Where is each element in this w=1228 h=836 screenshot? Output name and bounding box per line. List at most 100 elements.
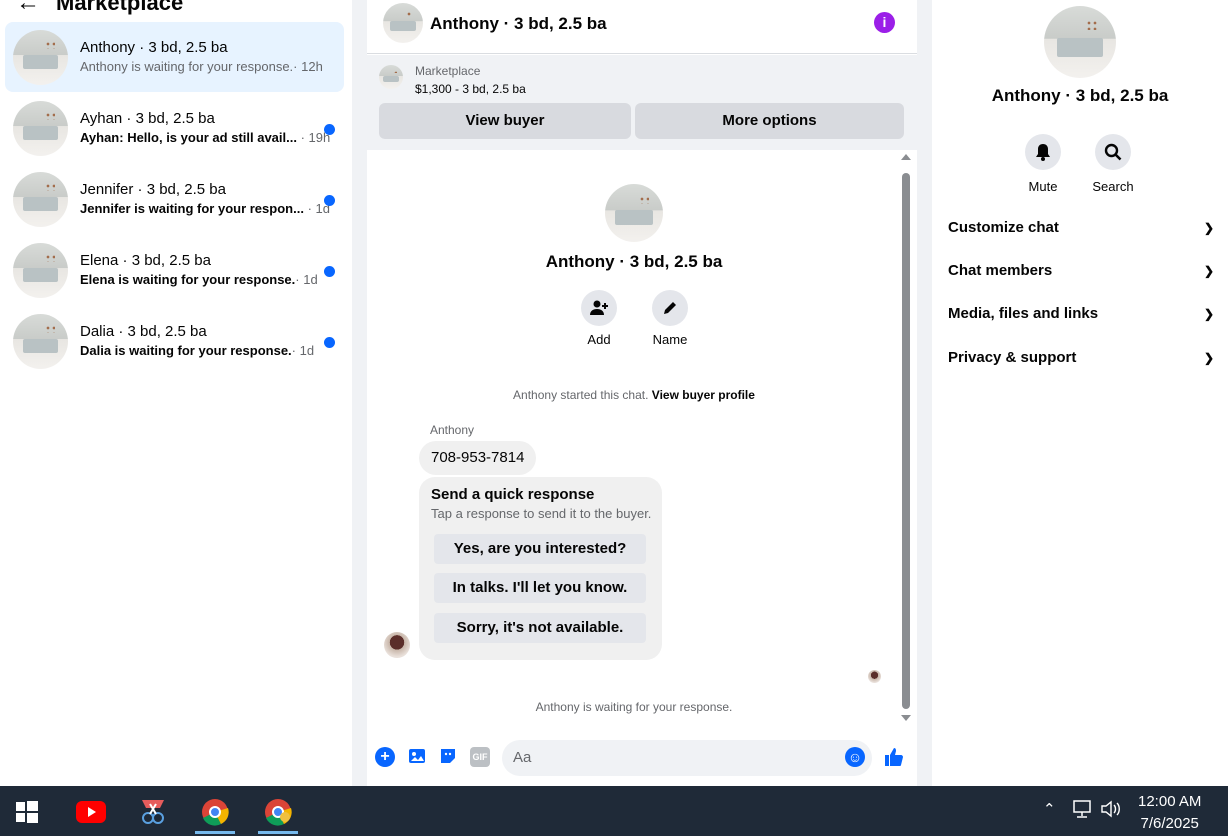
avatar: [13, 314, 68, 369]
listing-thumbnail: [379, 65, 403, 89]
conversation-list: ← Marketplace Anthony · 3 bd, 2.5 ba Ant…: [0, 0, 352, 786]
quick-reply-button[interactable]: In talks. I'll let you know.: [434, 573, 646, 603]
chevron-down-icon: ❯: [1203, 351, 1214, 365]
conversation-name: Anthony · 3 bd, 2.5 ba: [80, 39, 228, 56]
details-name: Anthony · 3 bd, 2.5 ba: [991, 86, 1169, 105]
mute-label: Mute: [1028, 179, 1058, 194]
marketplace-header: ← Marketplace: [16, 0, 183, 18]
scrollbar-thumb[interactable]: [902, 173, 910, 709]
conversation-item-ayhan[interactable]: Ayhan · 3 bd, 2.5 ba Ayhan: Hello, is yo…: [5, 93, 344, 163]
listing-title[interactable]: $1,300 - 3 bd, 2.5 ba: [415, 82, 526, 96]
arrow-left-icon[interactable]: ←: [16, 0, 40, 15]
sticker-icon[interactable]: [438, 747, 458, 767]
avatar: [13, 243, 68, 298]
conversation-snippet: Elena is waiting for your response.· 1d: [80, 272, 318, 287]
message-input[interactable]: Aa: [502, 740, 872, 776]
avatar: [13, 30, 68, 85]
quick-response-title: Send a quick response: [431, 486, 595, 503]
search-label: Search: [1092, 179, 1134, 194]
chevron-down-icon: ❯: [1203, 264, 1214, 278]
waiting-notice: Anthony is waiting for your response.: [535, 700, 733, 714]
chat-details-panel: Anthony · 3 bd, 2.5 ba Mute Search Custo…: [932, 0, 1228, 786]
conversation-snippet: Jennifer is waiting for your respon... ·…: [80, 201, 330, 216]
name-action[interactable]: Name: [640, 290, 700, 347]
chat-started-notice: Anthony started this chat. View buyer pr…: [513, 388, 755, 402]
windows-start-icon[interactable]: [5, 792, 49, 832]
conversation-name: Elena · 3 bd, 2.5 ba: [80, 252, 211, 269]
avatar: [13, 101, 68, 156]
read-receipt-avatar: [868, 670, 881, 683]
chevron-down-icon: ❯: [1203, 307, 1214, 321]
view-buyer-button[interactable]: View buyer: [379, 103, 631, 139]
customize-chat-section[interactable]: Customize chat ❯: [948, 213, 1214, 243]
conversation-name: Dalia · 3 bd, 2.5 ba: [80, 323, 207, 340]
avatar[interactable]: [383, 3, 423, 43]
quick-reply-button[interactable]: Sorry, it's not available.: [434, 613, 646, 643]
unread-dot: [324, 337, 335, 348]
quick-response-subtitle: Tap a response to send it to the buyer.: [431, 506, 652, 521]
profile-avatar: [605, 184, 663, 242]
scroll-up-arrow[interactable]: [901, 154, 911, 160]
bell-icon[interactable]: [1025, 134, 1061, 170]
search-icon[interactable]: [1095, 134, 1131, 170]
conversation-name: Jennifer · 3 bd, 2.5 ba: [80, 181, 226, 198]
unread-dot: [324, 124, 335, 135]
add-person-icon[interactable]: [581, 290, 617, 326]
image-icon[interactable]: [407, 747, 427, 767]
sender-avatar: [384, 632, 410, 658]
taskbar: ⌃ 12:00 AM 7/6/2025: [0, 786, 1228, 836]
add-person-action[interactable]: Add: [569, 290, 629, 347]
mute-action[interactable]: Mute: [1008, 134, 1078, 194]
privacy-support-section[interactable]: Privacy & support ❯: [948, 343, 1214, 373]
name-label: Name: [652, 332, 688, 347]
view-buyer-profile-link[interactable]: View buyer profile: [652, 388, 755, 402]
sender-name: Anthony: [430, 423, 475, 437]
page-title: Marketplace: [56, 0, 184, 15]
profile-name: Anthony · 3 bd, 2.5 ba: [545, 252, 723, 271]
like-icon[interactable]: [884, 747, 904, 767]
unread-dot: [324, 266, 335, 277]
chrome-profile-icon[interactable]: [256, 792, 300, 834]
emoji-icon[interactable]: ☺: [845, 747, 865, 767]
quick-response-card: Send a quick response Tap a response to …: [419, 477, 662, 660]
media-files-links-section[interactable]: Media, files and links ❯: [948, 299, 1214, 329]
chevron-up-icon[interactable]: ⌃: [1043, 800, 1056, 818]
more-options-button[interactable]: More options: [635, 103, 904, 139]
gif-icon[interactable]: GIF: [470, 747, 490, 767]
add-label: Add: [587, 332, 611, 347]
snipping-tool-icon[interactable]: [131, 792, 175, 832]
marketplace-label: Marketplace: [415, 64, 481, 78]
network-icon[interactable]: [1071, 799, 1093, 823]
clock-time: 12:00 AM: [1138, 793, 1202, 810]
scroll-down-arrow[interactable]: [901, 715, 911, 721]
quick-reply-button[interactable]: Yes, are you interested?: [434, 534, 646, 564]
message-bubble[interactable]: 708-953-7814: [419, 441, 537, 475]
chat-title[interactable]: Anthony · 3 bd, 2.5 ba: [430, 14, 607, 34]
message-composer: + GIF Aa ☺: [367, 738, 917, 778]
conversation-item-dalia[interactable]: Dalia · 3 bd, 2.5 ba Dalia is waiting fo…: [5, 306, 344, 376]
conversation-snippet: Anthony is waiting for your response.· 1…: [80, 59, 323, 74]
chat-panel: Anthony · 3 bd, 2.5 ba i Marketplace $1,…: [367, 0, 917, 786]
youtube-icon[interactable]: [69, 792, 113, 832]
plus-icon[interactable]: +: [375, 747, 395, 767]
system-clock[interactable]: 12:00 AM 7/6/2025: [1138, 791, 1201, 835]
clock-date: 7/6/2025: [1140, 815, 1199, 832]
conversation-snippet: Dalia is waiting for your response.· 1d: [80, 343, 315, 358]
pencil-icon[interactable]: [652, 290, 688, 326]
search-action[interactable]: Search: [1078, 134, 1148, 194]
conversation-item-elena[interactable]: Elena · 3 bd, 2.5 ba Elena is waiting fo…: [5, 235, 344, 305]
avatar: [13, 172, 68, 227]
unread-dot: [324, 195, 335, 206]
conversation-item-jennifer[interactable]: Jennifer · 3 bd, 2.5 ba Jennifer is wait…: [5, 164, 344, 234]
message-area[interactable]: Anthony · 3 bd, 2.5 ba Add Name Anthony …: [367, 151, 917, 726]
details-avatar: [1044, 6, 1116, 78]
conversation-snippet: Ayhan: Hello, is your ad still avail... …: [80, 130, 331, 145]
chevron-down-icon: ❯: [1203, 221, 1214, 235]
chrome-icon[interactable]: [193, 792, 237, 834]
marketplace-listing-bar: Marketplace $1,300 - 3 bd, 2.5 ba View b…: [367, 55, 917, 150]
conversation-item-anthony[interactable]: Anthony · 3 bd, 2.5 ba Anthony is waitin…: [5, 22, 344, 92]
info-icon[interactable]: i: [874, 12, 895, 33]
volume-icon[interactable]: [1100, 799, 1122, 823]
chat-header: Anthony · 3 bd, 2.5 ba i: [367, 0, 917, 54]
chat-members-section[interactable]: Chat members ❯: [948, 256, 1214, 286]
